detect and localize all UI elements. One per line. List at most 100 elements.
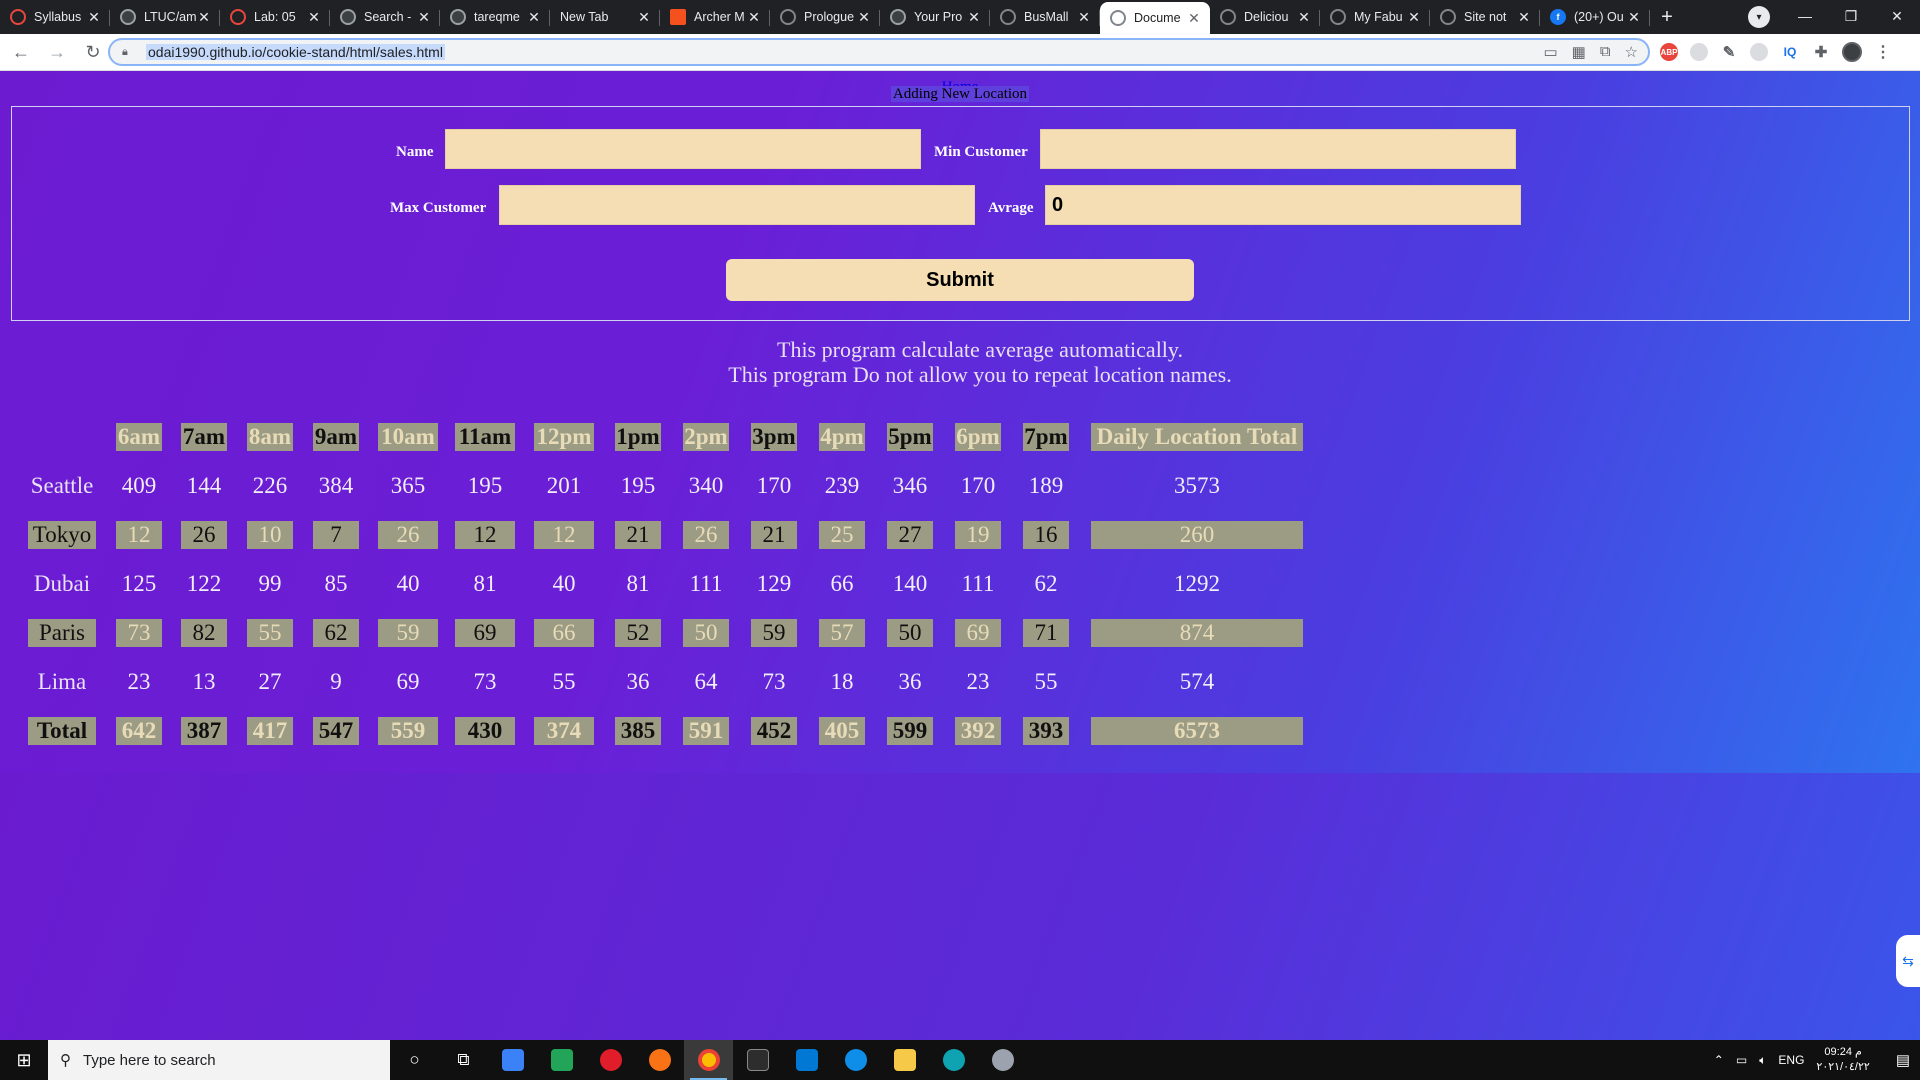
sales-cell: 59 [751,619,797,647]
browser-tab[interactable]: Lab: 05 ✕ [220,2,330,32]
app-green-icon[interactable] [537,1040,586,1080]
tab-close-icon[interactable]: ✕ [196,9,212,26]
tab-close-icon[interactable]: ✕ [636,9,652,26]
forward-icon[interactable]: → [42,37,72,67]
profile-avatar[interactable] [1842,42,1862,62]
restore-icon[interactable]: ❐ [1828,0,1874,32]
iq-extension-icon[interactable]: IQ [1780,43,1800,61]
globe-icon [1000,9,1016,25]
tab-close-icon[interactable]: ✕ [86,9,102,26]
tab-close-icon[interactable]: ✕ [1516,9,1532,26]
extensions-puzzle-icon[interactable]: ✚ [1812,43,1830,61]
sales-cell: 81 [473,571,497,596]
network-icon[interactable]: ▭ [1736,1053,1747,1067]
minimize-icon[interactable]: — [1782,0,1828,32]
average-label: Avrage [988,200,1034,216]
url-text[interactable]: odai1990.github.io/cookie-stand/html/sal… [146,44,445,60]
browser-tab[interactable]: tareqme ✕ [440,2,550,32]
edge-icon[interactable] [929,1040,978,1080]
browser-tab[interactable]: Syllabus ✕ [0,2,110,32]
tray-chevron-icon[interactable]: ⌃ [1714,1053,1724,1067]
tab-close-icon[interactable]: ✕ [1076,9,1092,26]
system-tray: ⌃ ▭ 🔈︎ ENG 09:24 م ٢٠٢١/٠٤/٢٢ ▤ [1714,1040,1920,1080]
hourly-total-cell: 559 [378,717,438,745]
close-window-icon[interactable]: ✕ [1874,0,1920,32]
task-view-icon[interactable]: ⧉ [439,1040,488,1080]
chrome-icon[interactable] [684,1040,733,1080]
tab-close-icon[interactable]: ✕ [966,9,982,26]
notifications-icon[interactable]: ▤ [1896,1051,1910,1069]
qr-code-icon[interactable]: ▦ [1572,43,1586,61]
chrome-menu-icon[interactable]: ⋮ [1874,43,1892,61]
tab-close-icon[interactable]: ✕ [1626,9,1642,26]
teamviewer-side-icon[interactable]: ⇆ [1896,935,1920,987]
max-customer-input[interactable] [499,185,975,225]
browser-tab[interactable]: Your Pro ✕ [880,2,990,32]
globe-icon [780,9,796,25]
translate-icon[interactable]: ⧉ [1600,43,1611,61]
taskbar-search-box[interactable]: ⚲ Type here to search [48,1040,390,1080]
globe-icon [1440,9,1456,25]
sales-cell: 62 [313,619,359,647]
browser-tab[interactable]: Docume ✕ [1100,2,1210,34]
reload-icon[interactable]: ↻ [78,37,108,67]
browser-tab[interactable]: LTUC/am ✕ [110,2,220,32]
tab-close-icon[interactable]: ✕ [416,9,432,26]
sales-cell: 365 [390,473,426,498]
vscode-icon[interactable] [782,1040,831,1080]
github-icon [450,9,466,25]
tab-close-icon[interactable]: ✕ [856,9,872,26]
hour-header: 1pm [615,423,661,451]
teamviewer-icon[interactable] [831,1040,880,1080]
average-input[interactable]: 0 [1045,185,1521,225]
new-tab-icon[interactable]: + [1650,2,1684,32]
browser-tab[interactable]: Prologue ✕ [770,2,880,32]
browser-tab[interactable]: Archer M ✕ [660,2,770,32]
volume-icon[interactable]: 🔈︎ [1759,1053,1766,1068]
min-customer-input[interactable] [1040,129,1516,169]
eyedropper-icon[interactable]: ✎ [1720,43,1738,61]
tab-search-icon[interactable]: ▾ [1748,6,1770,28]
sales-cell: 144 [186,473,222,498]
browser-tab[interactable]: New Tab ✕ [550,2,660,32]
extension-circle-icon[interactable] [1750,43,1768,61]
browser-tab[interactable]: Deliciou ✕ [1210,2,1320,32]
browser-tab[interactable]: Site not ✕ [1430,2,1540,32]
adblock-plus-icon[interactable]: ABP [1660,43,1678,61]
sales-cell: 13 [192,669,216,694]
hourly-total-cell: 547 [313,717,359,745]
browser-tab[interactable]: Search - ✕ [330,2,440,32]
bookmark-star-icon[interactable]: ☆ [1625,43,1638,61]
clock[interactable]: 09:24 م ٢٠٢١/٠٤/٢٢ [1816,1045,1869,1075]
browser-tab[interactable]: f (20+) Ou ✕ [1540,2,1650,32]
browser-tab[interactable]: BusMall ✕ [990,2,1100,32]
terminal-icon[interactable] [733,1040,782,1080]
sales-cell: 170 [756,473,792,498]
name-input[interactable] [445,129,921,169]
file-explorer-icon[interactable] [880,1040,929,1080]
extension-blank-icon[interactable] [1690,43,1708,61]
tab-close-icon[interactable]: ✕ [1186,10,1202,27]
tab-close-icon[interactable]: ✕ [526,9,542,26]
back-icon[interactable]: ← [6,37,36,67]
submit-button[interactable]: Submit [726,259,1194,301]
lock-icon[interactable]: 🔒︎ [122,46,134,59]
tab-close-icon[interactable]: ✕ [1406,9,1422,26]
sales-cell: 195 [620,473,656,498]
cortana-icon[interactable]: ○ [390,1040,439,1080]
windows-taskbar: ⊞ ⚲ Type here to search ○ ⧉ ⌃ ▭ 🔈︎ ENG 0… [0,1040,1920,1080]
app-misc-icon[interactable] [978,1040,1027,1080]
address-bar[interactable]: 🔒︎ odai1990.github.io/cookie-stand/html/… [108,38,1650,66]
app-blue-icon[interactable] [488,1040,537,1080]
browser-tab[interactable]: My Fabu ✕ [1320,2,1430,32]
sales-cell: 384 [318,473,354,498]
firefox-icon[interactable] [635,1040,684,1080]
tab-close-icon[interactable]: ✕ [306,9,322,26]
sales-cell: 69 [396,669,420,694]
cast-icon[interactable]: ▭ [1543,43,1557,61]
tab-close-icon[interactable]: ✕ [746,9,762,26]
language-indicator[interactable]: ENG [1778,1053,1804,1067]
opera-icon[interactable] [586,1040,635,1080]
windows-start-icon[interactable]: ⊞ [0,1040,48,1080]
tab-close-icon[interactable]: ✕ [1296,9,1312,26]
